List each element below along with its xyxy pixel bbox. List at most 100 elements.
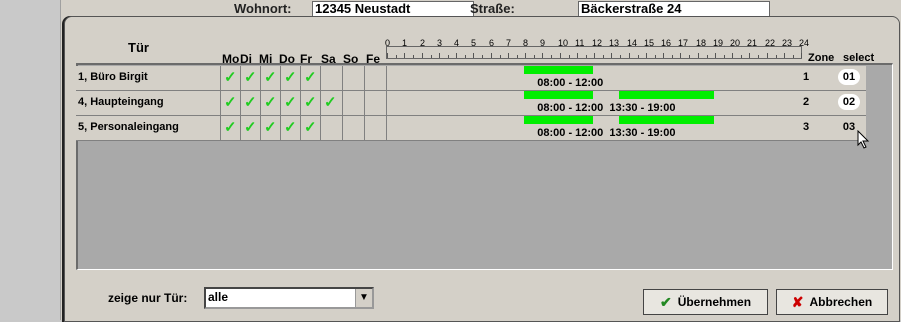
apply-button[interactable]: ✔ Übernehmen [643,289,768,315]
hour-label: 16 [661,38,672,48]
day-cell-di[interactable]: ✓ [240,91,261,115]
door-name: 1, Büro Birgit [78,71,148,83]
hour-label: 20 [730,38,741,48]
hour-label: 17 [678,38,689,48]
time-range-text: 08:00 - 12:00 13:30 - 19:00 [537,127,676,139]
half-hour-tick [603,55,604,58]
hour-tick [560,53,561,58]
day-cell-fr[interactable]: ✓ [300,66,321,90]
hour-label: 24 [799,38,810,48]
hour-label: 15 [644,38,655,48]
day-cell-fr[interactable]: ✓ [300,91,321,115]
hour-tick [594,53,595,58]
cross-icon: ✘ [791,293,804,310]
hour-label: 12 [592,38,603,48]
hour-label: 1 [402,38,408,48]
strasse-label: Straße: [470,1,515,16]
hour-ruler: 0 1 2 3 4 5 6 7 8 9 10 11 12 13 14 15 16 17 18 19 20 21 22 23 24 [385,38,809,59]
hour-label: 21 [747,38,758,48]
day-cell-do[interactable]: ✓ [280,116,301,140]
day-cell-do[interactable]: ✓ [280,66,301,90]
check-icon: ✓ [284,69,297,86]
cancel-button[interactable]: ✘ Abbrechen [776,289,888,315]
day-cell-so[interactable] [342,66,365,90]
half-hour-tick [465,55,466,58]
wohnort-label: Wohnort: [234,1,292,16]
check-icon: ✓ [264,119,277,136]
day-cell-sa[interactable] [320,116,343,140]
hour-tick [767,53,768,58]
header-tuer: Tür [128,40,149,55]
day-cell-mi[interactable]: ✓ [260,66,281,90]
check-icon: ✓ [244,94,257,111]
hour-label: 6 [489,38,495,48]
half-hour-tick [551,55,552,58]
day-cell-do[interactable]: ✓ [280,91,301,115]
door-filter-select[interactable]: alle ▼ [204,287,374,309]
hour-label: 9 [540,38,546,48]
hour-tick [491,53,492,58]
day-cell-di[interactable]: ✓ [240,66,261,90]
half-hour-tick [413,55,414,58]
time-interval-bar [618,91,714,99]
time-interval-bar [524,66,593,74]
half-hour-tick [638,55,639,58]
hour-tick [611,53,612,58]
day-cell-fe[interactable] [364,66,385,90]
time-interval-bar [524,91,593,99]
chevron-down-icon[interactable]: ▼ [355,289,372,307]
zone-value: 3 [803,121,810,133]
hour-label: 11 [575,38,585,48]
hour-label: 19 [713,38,724,48]
check-icon: ✓ [244,69,257,86]
hour-tick [387,53,388,58]
hour-tick [404,53,405,58]
hour-label: 0 [385,38,391,48]
hour-label: 14 [627,38,638,48]
half-hour-tick [396,55,397,58]
table-row[interactable]: 5, Personaleingang ✓ ✓ ✓ ✓ ✓ 08:00 - 12:00 13:… [76,116,866,141]
half-hour-tick [534,55,535,58]
hour-label: 23 [782,38,793,48]
zone-value: 2 [803,96,810,108]
day-cell-mo[interactable]: ✓ [220,66,241,90]
hour-tick [680,53,681,58]
half-hour-tick [517,55,518,58]
table-row[interactable]: 1, Büro Birgit ✓ ✓ ✓ ✓ ✓ 08:00 - 12:00 1 01 [76,66,866,91]
half-hour-tick [758,55,759,58]
half-hour-tick [707,55,708,58]
day-cell-so[interactable] [342,116,365,140]
day-cell-so[interactable] [342,91,365,115]
day-cell-sa[interactable]: ✓ [320,91,343,115]
day-cell-mi[interactable]: ✓ [260,91,281,115]
select-button[interactable]: 02 [838,94,860,110]
strasse-value: Bäckerstraße 24 [581,1,682,16]
time-range-text: 08:00 - 12:00 [537,77,604,89]
hour-tick [801,53,802,58]
hour-label: 7 [506,38,512,48]
hour-tick [542,53,543,58]
table-row[interactable]: 4, Haupteingang ✓ ✓ ✓ ✓ ✓ ✓ 08:00 - 12:00 13:30… [76,91,866,116]
half-hour-tick [741,55,742,58]
door-name: 4, Haupteingang [78,96,164,108]
check-icon: ✓ [304,94,317,111]
select-button[interactable]: 01 [838,69,860,85]
hour-tick [456,53,457,58]
day-cell-fe[interactable] [364,91,385,115]
day-cell-mo[interactable]: ✓ [220,116,241,140]
timeline-divider [386,91,387,115]
hour-label: 10 [558,38,569,48]
day-cell-di[interactable]: ✓ [240,116,261,140]
hour-label: 13 [609,38,620,48]
day-cell-mi[interactable]: ✓ [260,116,281,140]
check-icon: ✓ [224,69,237,86]
hour-tick [646,53,647,58]
day-cell-sa[interactable] [320,66,343,90]
day-cell-fr[interactable]: ✓ [300,116,321,140]
hour-tick [439,53,440,58]
day-cell-mo[interactable]: ✓ [220,91,241,115]
timeline-divider [386,66,387,90]
day-cell-fe[interactable] [364,116,385,140]
hour-tick [473,53,474,58]
check-icon: ✓ [304,69,317,86]
